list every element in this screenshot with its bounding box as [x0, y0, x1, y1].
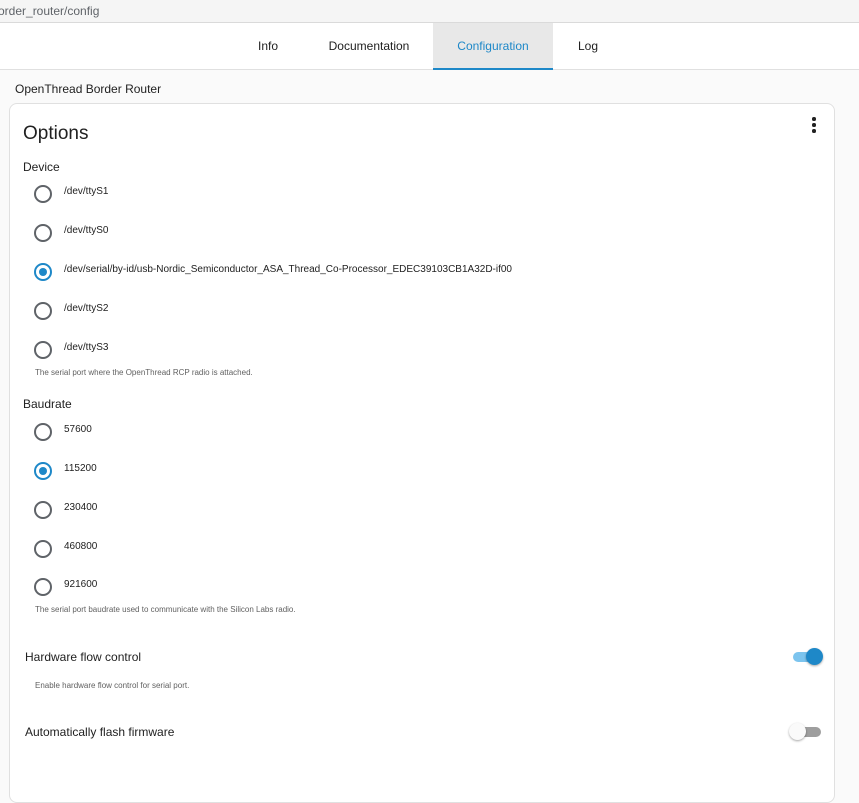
- radio-label: 921600: [64, 579, 98, 590]
- tab-documentation[interactable]: Documentation: [314, 23, 424, 69]
- switch-thumb: [806, 648, 823, 665]
- tab-info[interactable]: Info: [232, 23, 304, 69]
- baudrate-label: Baudrate: [23, 397, 72, 411]
- hardware-flow-control-switch[interactable]: [793, 648, 823, 666]
- radio-label: /dev/ttyS3: [64, 342, 109, 353]
- radio-label: /dev/ttyS0: [64, 225, 109, 236]
- addon-tab-bar: Info Documentation Configuration Log: [0, 23, 859, 70]
- radio-button-selected[interactable]: [34, 462, 52, 480]
- addon-title: OpenThread Border Router: [15, 82, 162, 96]
- url-text: order_router/config: [0, 4, 100, 18]
- hardware-flow-control-helper: Enable hardware flow control for serial …: [35, 681, 190, 690]
- radio-label: 230400: [64, 502, 98, 513]
- auto-flash-firmware-label: Automatically flash firmware: [25, 725, 175, 739]
- tab-log[interactable]: Log: [560, 23, 616, 69]
- radio-label: 115200: [64, 463, 97, 474]
- radio-button-selected[interactable]: [34, 263, 52, 281]
- switch-thumb: [789, 723, 806, 740]
- radio-button[interactable]: [34, 302, 52, 320]
- hardware-flow-control-label: Hardware flow control: [25, 650, 142, 664]
- device-label: Device: [23, 160, 60, 174]
- radio-label: 460800: [64, 541, 98, 552]
- radio-button[interactable]: [34, 501, 52, 519]
- radio-label: /dev/ttyS1: [64, 186, 109, 197]
- address-bar[interactable]: order_router/config: [0, 0, 859, 23]
- more-vert-icon[interactable]: [808, 116, 820, 134]
- tab-configuration[interactable]: Configuration: [433, 23, 553, 70]
- baudrate-helper-text: The serial port baudrate used to communi…: [35, 605, 296, 614]
- radio-button[interactable]: [34, 578, 52, 596]
- radio-button[interactable]: [34, 423, 52, 441]
- radio-label: 57600: [64, 424, 92, 435]
- radio-button[interactable]: [34, 224, 52, 242]
- radio-label: /dev/serial/by-id/usb-Nordic_Semiconduct…: [64, 264, 512, 275]
- device-helper-text: The serial port where the OpenThread RCP…: [35, 368, 253, 377]
- options-card: Options Device /dev/ttyS1 /dev/ttyS0 /de…: [9, 103, 835, 803]
- radio-button[interactable]: [34, 540, 52, 558]
- radio-button[interactable]: [34, 341, 52, 359]
- radio-button[interactable]: [34, 185, 52, 203]
- auto-flash-firmware-switch[interactable]: [789, 723, 823, 741]
- radio-label: /dev/ttyS2: [64, 303, 109, 314]
- card-title: Options: [23, 123, 89, 144]
